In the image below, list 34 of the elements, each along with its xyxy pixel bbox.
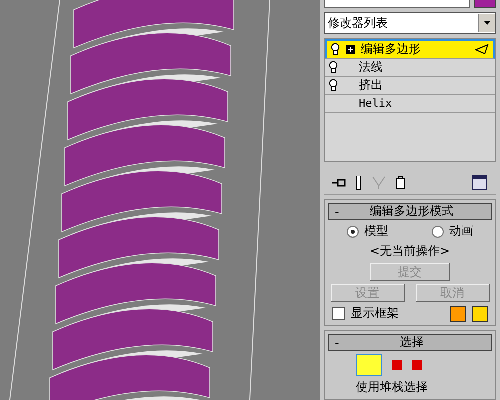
object-color-swatch[interactable]: [474, 0, 496, 8]
rollout-title: 选择: [399, 334, 426, 351]
modifier-list-dropdown[interactable]: 修改器列表: [324, 12, 496, 34]
stack-item[interactable]: Helix: [325, 95, 495, 113]
checkbox[interactable]: [332, 307, 345, 320]
radio-label: 模型: [364, 223, 388, 240]
option-label: 使用堆栈选择: [355, 379, 429, 396]
collapse-sign: -: [335, 204, 340, 218]
radio-button[interactable]: [346, 226, 358, 238]
collapse-sign: -: [335, 336, 340, 350]
radio-label: 动画: [450, 223, 474, 240]
rollout-header[interactable]: - 编辑多边形模式: [328, 203, 492, 220]
stack-item[interactable]: 编辑多边形: [325, 39, 495, 59]
rollout-title: 编辑多边形模式: [369, 203, 456, 220]
color-swatch[interactable]: [472, 306, 488, 322]
bar-icon[interactable]: [356, 176, 362, 190]
triangle-icon: [475, 44, 489, 55]
radio-button[interactable]: [432, 226, 444, 238]
expand-icon[interactable]: [346, 45, 355, 54]
color-swatch[interactable]: [450, 306, 466, 322]
pin-icon[interactable]: [332, 178, 346, 188]
stack-item[interactable]: 挤出: [325, 77, 495, 95]
checkbox-label: 显示框架: [351, 305, 399, 322]
trash-icon[interactable]: [396, 176, 406, 190]
lightbulb-icon[interactable]: [329, 79, 338, 92]
configure-icon[interactable]: [472, 175, 488, 191]
vertex-mode-icon[interactable]: [356, 354, 382, 376]
caret-icon: [484, 21, 490, 25]
lightbulb-icon[interactable]: [329, 61, 338, 74]
stack-item[interactable]: 法线: [325, 59, 495, 77]
rollout-header[interactable]: - 选择: [328, 334, 492, 351]
status-text: <无当前操作>: [370, 243, 450, 260]
name-field[interactable]: [324, 0, 470, 8]
lightbulb-icon[interactable]: [331, 43, 340, 56]
